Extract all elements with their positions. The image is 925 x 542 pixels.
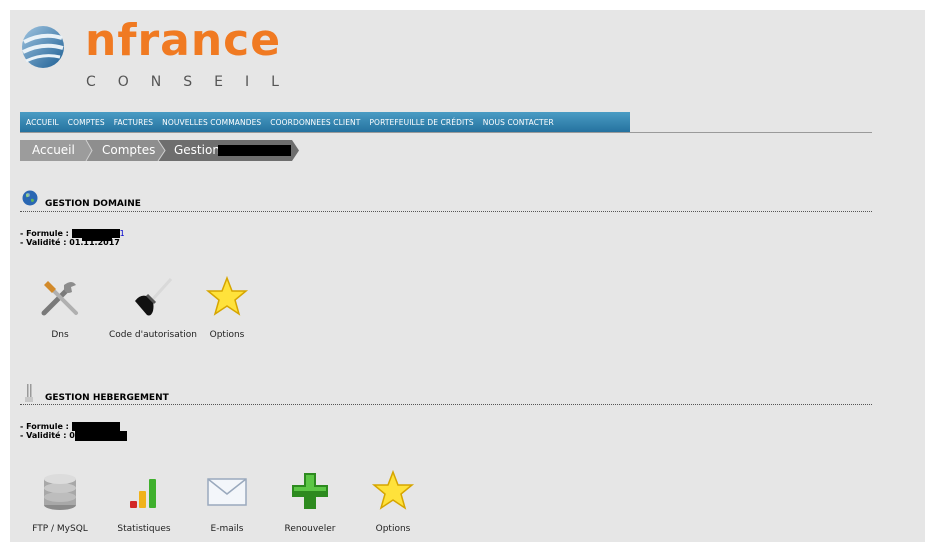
nav-item-comptes[interactable]: COMPTES: [68, 118, 105, 127]
redacted-block: [71, 422, 120, 431]
page-container: nfrance CONSEIL ACCUEIL COMPTES FACTURES…: [10, 10, 925, 542]
section-title-gestion-domaine: GESTION DOMAINE: [45, 199, 141, 209]
tools-icon: [41, 281, 78, 316]
brand-name: nfrance: [85, 15, 282, 66]
star-icon: [371, 469, 415, 510]
hosting-formule-label: - Formule :: [20, 422, 69, 431]
redacted-block: [218, 145, 291, 156]
nav-item-factures[interactable]: FACTURES: [114, 118, 153, 127]
domain-action-label: Dns: [51, 330, 69, 340]
nav-divider: [20, 132, 872, 133]
nav-item-nous-contacter[interactable]: NOUS CONTACTER: [483, 118, 554, 127]
hosting-action-renouveler[interactable]: Renouveler: [265, 469, 355, 535]
hosting-action-options[interactable]: Options: [348, 469, 438, 535]
server-icon: [25, 384, 33, 402]
domain-info: - Formule : 1 - Validité : 01.11.2017: [20, 229, 125, 247]
main-nav-bar: ACCUEIL COMPTES FACTURES NOUVELLES COMMA…: [20, 112, 630, 132]
domain-action-options[interactable]: Options: [182, 275, 272, 341]
plus-icon: [292, 473, 328, 509]
redacted-block: [74, 431, 127, 441]
bar-chart-icon: [130, 479, 156, 508]
hosting-action-label: Renouveler: [284, 524, 336, 534]
section-divider: [20, 211, 872, 212]
hosting-action-label: Options: [375, 524, 411, 534]
domain-formule-label: - Formule :: [20, 229, 69, 238]
domain-formule-link[interactable]: 1: [120, 229, 125, 238]
nav-item-accueil[interactable]: ACCUEIL: [26, 118, 59, 127]
section-title-gestion-hebergement: GESTION HEBERGEMENT: [45, 393, 169, 403]
hosting-info: - Formule : - Validité : 0: [20, 422, 127, 441]
star-icon: [205, 275, 249, 316]
globe-icon: [22, 190, 38, 206]
database-icon: [44, 474, 76, 510]
nfrance-globe-logo-icon: [22, 26, 64, 68]
domain-action-label: Options: [209, 330, 245, 340]
breadcrumb-item-comptes[interactable]: Comptes: [102, 140, 155, 161]
nav-item-coordonnees-client[interactable]: COORDONNEES CLIENT: [270, 118, 360, 127]
envelope-icon: [207, 478, 247, 506]
domain-action-dns[interactable]: Dns: [15, 275, 105, 341]
nav-item-nouvelles-commandes[interactable]: NOUVELLES COMMANDES: [162, 118, 261, 127]
hosting-action-label: E-mails: [210, 524, 244, 534]
section-divider: [20, 404, 872, 405]
nav-item-portefeuille-credits[interactable]: PORTEFEUILLE DE CRÉDITS: [369, 118, 473, 127]
hosting-action-statistiques[interactable]: Statistiques: [99, 469, 189, 535]
hosting-action-label: FTP / MySQL: [32, 524, 88, 534]
plunger-icon: [135, 277, 173, 316]
hosting-action-ftp-mysql[interactable]: FTP / MySQL: [15, 469, 105, 535]
hosting-action-label: Statistiques: [117, 524, 171, 534]
domain-validite-label: - Validité :: [20, 238, 67, 247]
hosting-action-emails[interactable]: E-mails: [182, 469, 272, 535]
hosting-validite-label: - Validité :: [20, 431, 67, 440]
breadcrumb-item-accueil[interactable]: Accueil: [32, 140, 75, 161]
brand-tagline: CONSEIL: [86, 74, 301, 90]
redacted-block: [82, 235, 112, 241]
breadcrumb-item-gestion: Gestion: [174, 143, 220, 157]
